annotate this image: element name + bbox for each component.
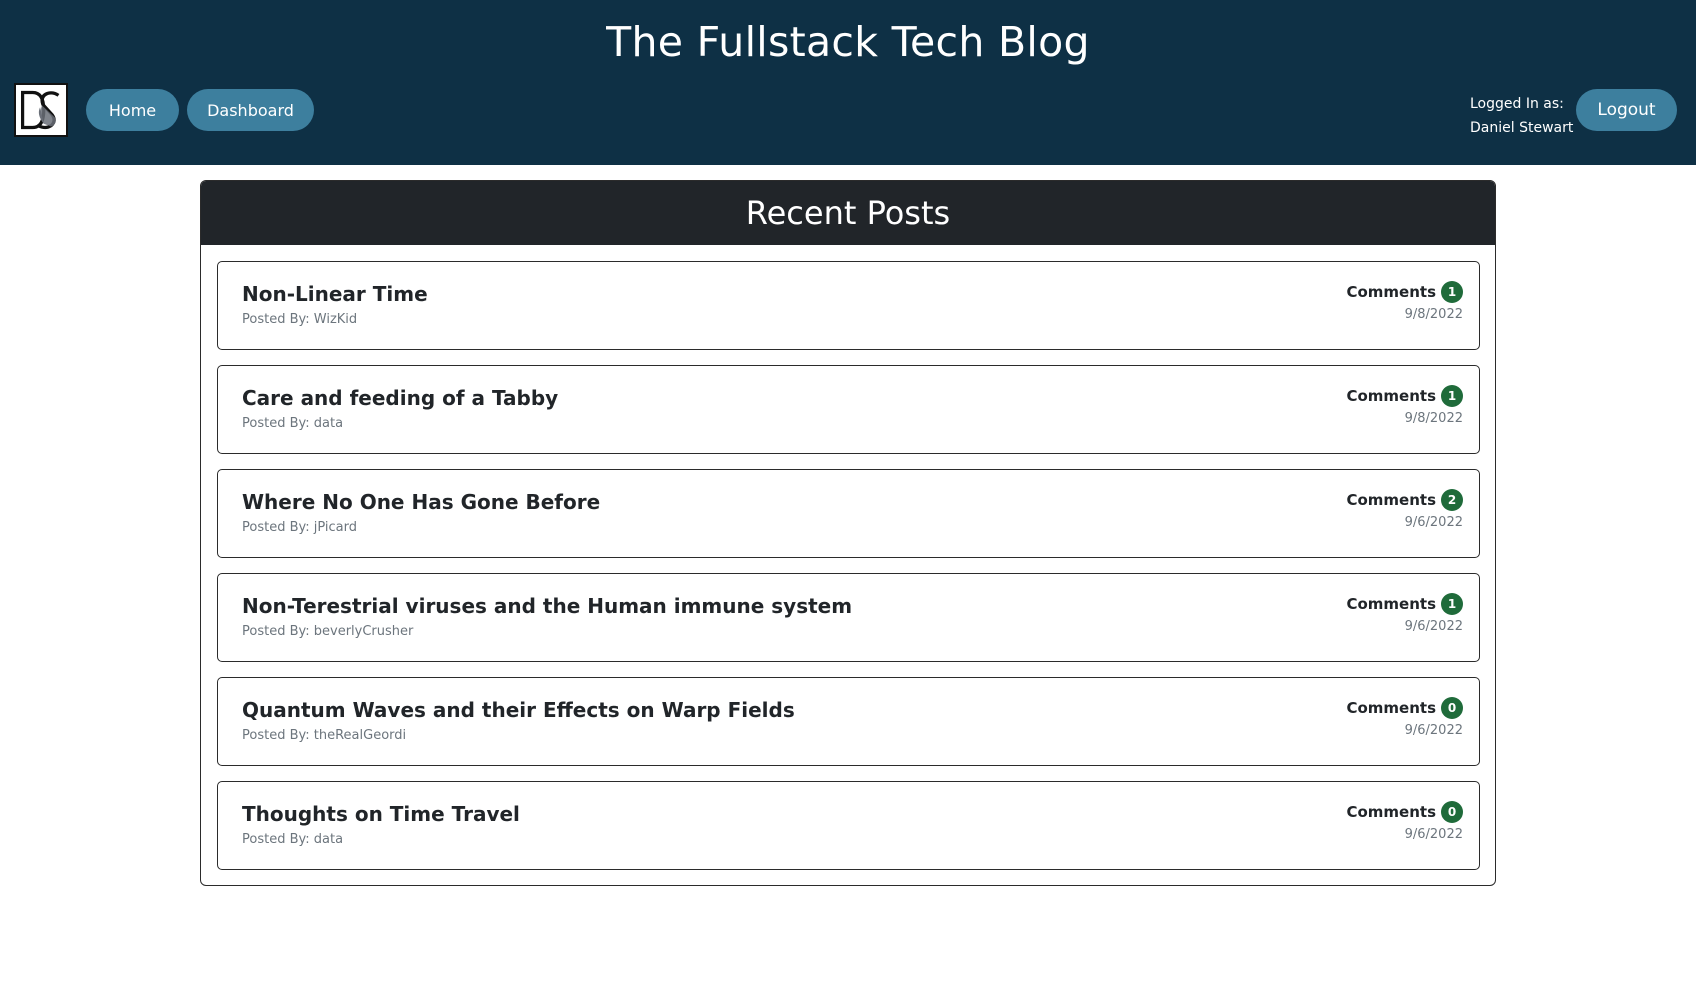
comment-count-badge: 1 (1441, 593, 1463, 615)
comments-row: Comments 1 (1346, 385, 1463, 407)
comments-row: Comments 2 (1346, 489, 1463, 511)
post-author: Posted By: theRealGeordi (242, 728, 407, 743)
site-header: The Fullstack Tech Blog Home Dashboard L… (0, 0, 1696, 165)
comments-row: Comments 1 (1346, 281, 1463, 303)
post-meta: Comments 1 9/6/2022 (1346, 593, 1463, 634)
post-meta: Comments 0 9/6/2022 (1346, 697, 1463, 738)
comments-row: Comments 1 (1346, 593, 1463, 615)
post-date: 9/8/2022 (1404, 307, 1463, 322)
post-title[interactable]: Thoughts on Time Travel (242, 802, 520, 826)
post-date: 9/6/2022 (1404, 723, 1463, 738)
post-card[interactable]: Non-Terestrial viruses and the Human imm… (217, 573, 1480, 662)
post-meta: Comments 1 9/8/2022 (1346, 281, 1463, 322)
post-author: Posted By: data (242, 416, 344, 431)
post-title[interactable]: Non-Terestrial viruses and the Human imm… (242, 594, 852, 618)
site-title: The Fullstack Tech Blog (606, 18, 1090, 66)
post-title[interactable]: Non-Linear Time (242, 282, 428, 306)
post-author: Posted By: data (242, 832, 344, 847)
nav-dashboard-button[interactable]: Dashboard (187, 89, 314, 131)
post-date: 9/6/2022 (1404, 515, 1463, 530)
post-author: Posted By: WizKid (242, 312, 358, 327)
logo-icon (18, 87, 64, 133)
post-meta: Comments 2 9/6/2022 (1346, 489, 1463, 530)
post-card[interactable]: Non-Linear Time Posted By: WizKid Commen… (217, 261, 1480, 350)
comments-row: Comments 0 (1346, 801, 1463, 823)
comments-label: Comments (1346, 803, 1436, 821)
post-card[interactable]: Quantum Waves and their Effects on Warp … (217, 677, 1480, 766)
comment-count-badge: 2 (1441, 489, 1463, 511)
comments-label: Comments (1346, 283, 1436, 301)
comment-count-badge: 0 (1441, 801, 1463, 823)
post-date: 9/8/2022 (1404, 411, 1463, 426)
panel-heading: Recent Posts (201, 181, 1495, 245)
post-card[interactable]: Care and feeding of a Tabby Posted By: d… (217, 365, 1480, 454)
post-author: Posted By: jPicard (242, 520, 358, 535)
post-title[interactable]: Quantum Waves and their Effects on Warp … (242, 698, 795, 722)
post-meta: Comments 1 9/8/2022 (1346, 385, 1463, 426)
logged-in-label: Logged In as: (1470, 96, 1564, 112)
logout-button[interactable]: Logout (1576, 89, 1677, 131)
comment-count-badge: 1 (1441, 281, 1463, 303)
logo[interactable] (14, 83, 68, 137)
post-title[interactable]: Care and feeding of a Tabby (242, 386, 558, 410)
post-card[interactable]: Thoughts on Time Travel Posted By: data … (217, 781, 1480, 870)
comments-label: Comments (1346, 491, 1436, 509)
recent-posts-panel: Recent Posts Non-Linear Time Posted By: … (200, 180, 1496, 886)
comments-label: Comments (1346, 595, 1436, 613)
comment-count-badge: 0 (1441, 697, 1463, 719)
post-author: Posted By: beverlyCrusher (242, 624, 414, 639)
post-meta: Comments 0 9/6/2022 (1346, 801, 1463, 842)
username: Daniel Stewart (1470, 120, 1574, 136)
post-title[interactable]: Where No One Has Gone Before (242, 490, 600, 514)
comment-count-badge: 1 (1441, 385, 1463, 407)
comments-label: Comments (1346, 387, 1436, 405)
post-date: 9/6/2022 (1404, 619, 1463, 634)
user-info: Logged In as: Daniel Stewart (1470, 92, 1580, 140)
post-date: 9/6/2022 (1404, 827, 1463, 842)
comments-label: Comments (1346, 699, 1436, 717)
posts-list: Non-Linear Time Posted By: WizKid Commen… (217, 261, 1480, 885)
post-card[interactable]: Where No One Has Gone Before Posted By: … (217, 469, 1480, 558)
comments-row: Comments 0 (1346, 697, 1463, 719)
nav-home-button[interactable]: Home (86, 89, 179, 131)
